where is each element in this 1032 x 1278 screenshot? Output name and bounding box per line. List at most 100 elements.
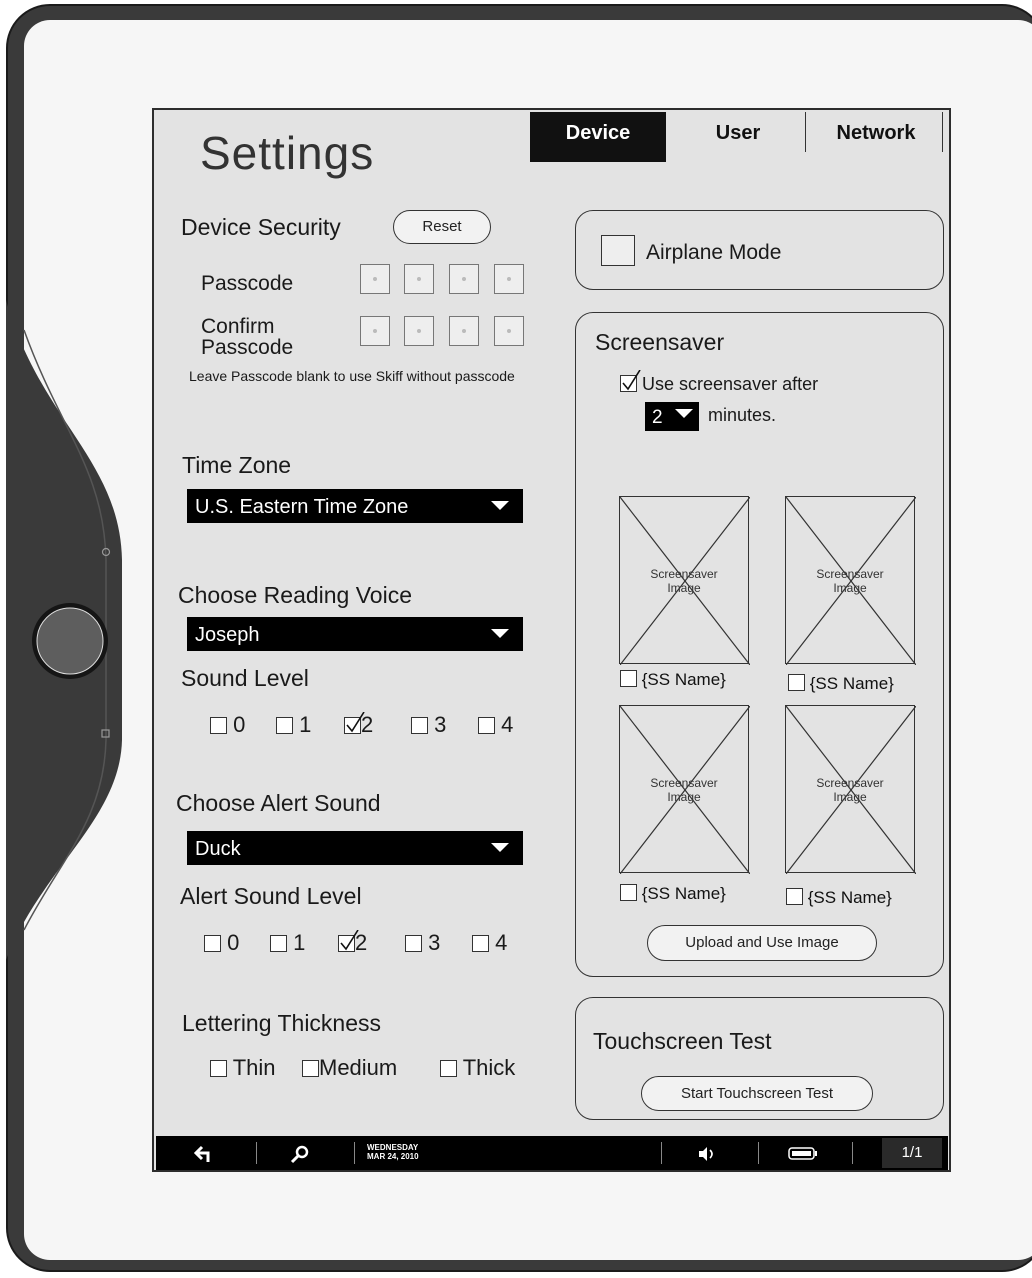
- status-bar: WEDNESDAY MAR 24, 2010 1/1: [156, 1136, 948, 1170]
- screensaver-name-1: {SS Name}: [641, 670, 726, 689]
- screensaver-image-4[interactable]: Screensaver Image: [785, 705, 916, 874]
- screensaver-image-caption: Screensaver Image: [786, 567, 914, 595]
- checkbox-checked-icon: [620, 370, 641, 392]
- passcode-digit-2[interactable]: [404, 264, 434, 294]
- sound-level-label-4: 4: [501, 712, 514, 737]
- screensaver-name-3: {SS Name}: [641, 884, 726, 903]
- status-divider: [758, 1142, 759, 1164]
- lettering-option-thin[interactable]: Thin: [210, 1055, 276, 1081]
- upload-image-button[interactable]: Upload and Use Image: [647, 925, 877, 961]
- checkbox-icon: [210, 1060, 227, 1077]
- chevron-down-icon: [491, 843, 509, 852]
- screensaver-name-4: {SS Name}: [807, 888, 892, 907]
- caption-line2: Image: [667, 790, 701, 804]
- checkbox-icon: [276, 717, 293, 734]
- lettering-option-medium[interactable]: Medium: [302, 1055, 397, 1081]
- speaker-icon[interactable]: [697, 1146, 719, 1162]
- caption-line1: Screensaver: [650, 776, 718, 790]
- checkbox-icon: [472, 935, 489, 952]
- reading-voice-heading: Choose Reading Voice: [178, 582, 412, 608]
- sound-level-option-2[interactable]: 2: [344, 712, 373, 738]
- screensaver-image-caption: Screensaver Image: [786, 776, 914, 804]
- screensaver-enable-label: Use screensaver after: [642, 374, 819, 394]
- screensaver-heading: Screensaver: [595, 329, 725, 355]
- checkbox-icon: [620, 670, 637, 687]
- tab-device[interactable]: Device: [530, 112, 666, 162]
- reading-voice-value: Joseph: [195, 624, 260, 646]
- alert-level-label-4: 4: [495, 930, 508, 955]
- checkbox-icon: [786, 888, 803, 905]
- time-zone-dropdown[interactable]: U.S. Eastern Time Zone: [187, 489, 523, 523]
- alert-level-option-1[interactable]: 1: [270, 930, 305, 956]
- checkbox-icon: [411, 717, 428, 734]
- caption-line1: Screensaver: [816, 776, 884, 790]
- lettering-option-thick[interactable]: Thick: [440, 1055, 515, 1081]
- time-zone-heading: Time Zone: [182, 452, 292, 478]
- checkbox-icon: [478, 717, 495, 734]
- screensaver-name-2: {SS Name}: [809, 674, 894, 693]
- device-side-bulge: [6, 300, 122, 960]
- checkbox-icon: [405, 935, 422, 952]
- screensaver-name-option-4[interactable]: {SS Name}: [786, 888, 892, 908]
- screensaver-image-3[interactable]: Screensaver Image: [619, 705, 750, 874]
- screensaver-minutes-value: 2: [652, 407, 663, 428]
- tab-divider-end: [942, 112, 943, 152]
- sound-level-option-3[interactable]: 3: [411, 712, 446, 738]
- screensaver-name-option-2[interactable]: {SS Name}: [788, 674, 894, 694]
- tab-user-label: User: [715, 122, 761, 144]
- screensaver-image-2[interactable]: Screensaver Image: [785, 496, 916, 665]
- alert-sound-value: Duck: [195, 838, 241, 860]
- passcode-digit-3[interactable]: [449, 264, 479, 294]
- chevron-down-icon: [675, 409, 693, 418]
- airplane-mode-checkbox[interactable]: [601, 235, 635, 266]
- airplane-mode-label: Airplane Mode: [646, 241, 782, 264]
- alert-sound-dropdown[interactable]: Duck: [187, 831, 523, 865]
- screensaver-image-1[interactable]: Screensaver Image: [619, 496, 750, 665]
- time-zone-value: U.S. Eastern Time Zone: [195, 496, 409, 518]
- confirm-label-line1: Confirm: [201, 315, 275, 338]
- screensaver-enable-option[interactable]: Use screensaver after: [620, 370, 819, 395]
- checkbox-icon: [788, 674, 805, 691]
- checkbox-icon: [302, 1060, 319, 1077]
- back-arrow-icon[interactable]: [194, 1145, 214, 1163]
- sound-level-option-0[interactable]: 0: [210, 712, 245, 738]
- screensaver-minutes-label: minutes.: [708, 405, 777, 425]
- reading-voice-dropdown[interactable]: Joseph: [187, 617, 523, 651]
- tab-user[interactable]: User: [676, 112, 800, 154]
- confirm-digit-3[interactable]: [449, 316, 479, 346]
- sound-level-label-0: 0: [233, 712, 246, 737]
- checkbox-icon: [440, 1060, 457, 1077]
- caption-line1: Screensaver: [650, 567, 718, 581]
- screensaver-name-option-1[interactable]: {SS Name}: [620, 670, 726, 690]
- passcode-digit-1[interactable]: [360, 264, 390, 294]
- alert-level-option-3[interactable]: 3: [405, 930, 440, 956]
- lettering-heading: Lettering Thickness: [182, 1010, 382, 1036]
- screensaver-minutes-dropdown[interactable]: 2: [645, 402, 699, 431]
- checkbox-checked-icon: [344, 712, 365, 734]
- caption-line2: Image: [833, 790, 867, 804]
- alert-level-option-0[interactable]: 0: [204, 930, 239, 956]
- passcode-label: Passcode: [201, 272, 294, 295]
- touchscreen-test-heading: Touchscreen Test: [593, 1028, 772, 1054]
- checkbox-icon: [210, 717, 227, 734]
- start-touchscreen-test-button[interactable]: Start Touchscreen Test: [641, 1076, 873, 1111]
- confirm-digit-4[interactable]: [494, 316, 524, 346]
- confirm-digit-1[interactable]: [360, 316, 390, 346]
- lettering-label-thick: Thick: [462, 1055, 516, 1080]
- tab-network-label: Network: [836, 122, 916, 144]
- chevron-down-icon: [491, 629, 509, 638]
- alert-level-option-4[interactable]: 4: [472, 930, 507, 956]
- alert-level-label-1: 1: [293, 930, 306, 955]
- screensaver-name-option-3[interactable]: {SS Name}: [620, 884, 726, 904]
- search-icon[interactable]: [290, 1144, 310, 1164]
- tab-network[interactable]: Network: [812, 112, 940, 154]
- confirm-digit-2[interactable]: [404, 316, 434, 346]
- sound-level-option-4[interactable]: 4: [478, 712, 513, 738]
- sound-level-option-1[interactable]: 1: [276, 712, 311, 738]
- chevron-down-icon: [491, 501, 509, 510]
- reset-button[interactable]: Reset: [393, 210, 491, 244]
- status-divider: [852, 1142, 853, 1164]
- home-button[interactable]: [36, 607, 104, 675]
- passcode-digit-4[interactable]: [494, 264, 524, 294]
- alert-level-option-2[interactable]: 2: [338, 930, 367, 956]
